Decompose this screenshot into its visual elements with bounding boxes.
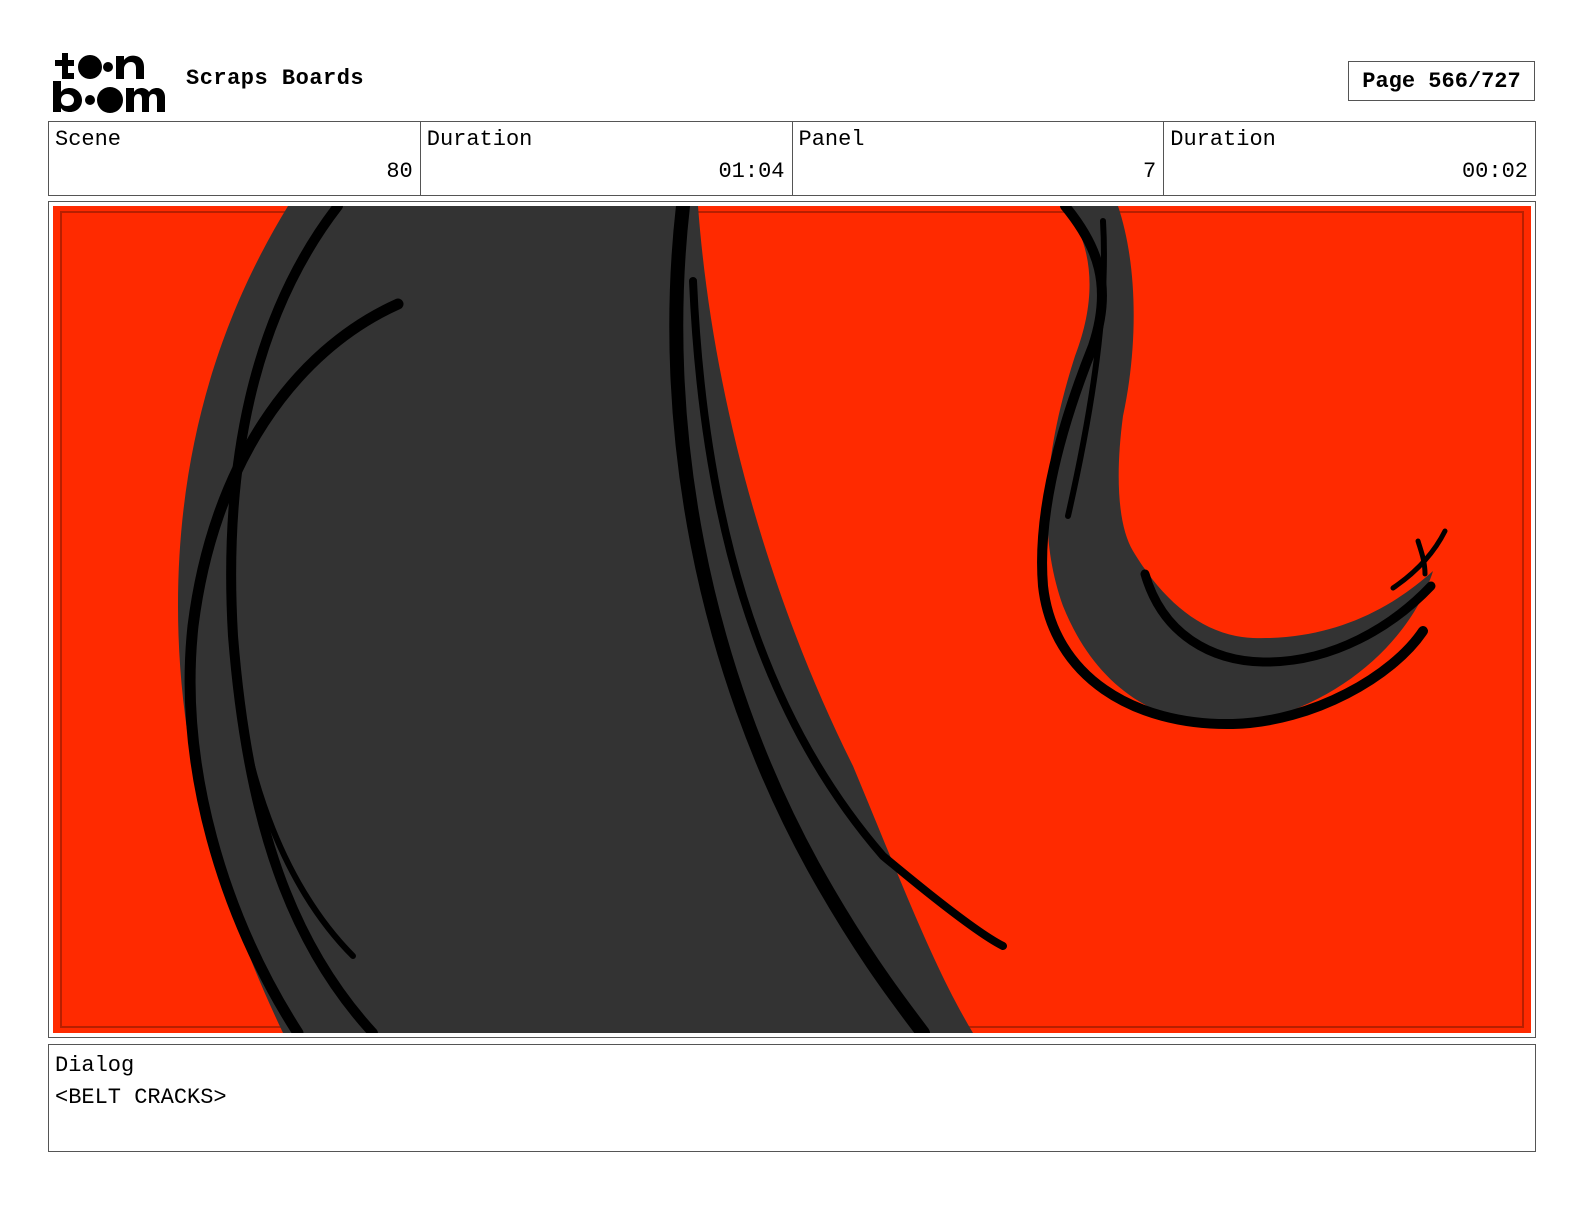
page-indicator: Page 566/727 bbox=[1348, 61, 1535, 101]
scene-info-bar: Scene 80 Duration 01:04 Panel 7 Duration… bbox=[48, 121, 1536, 196]
scene-duration-label: Duration bbox=[426, 127, 533, 152]
panel-label: Panel bbox=[798, 127, 865, 152]
storyboard-panel bbox=[48, 201, 1536, 1038]
scene-cell: Scene 80 bbox=[49, 122, 421, 195]
scene-duration-cell: Duration 01:04 bbox=[421, 122, 793, 195]
panel-duration-value: 00:02 bbox=[1461, 159, 1528, 184]
scene-value: 80 bbox=[386, 159, 413, 184]
dialog-text: <BELT CRACKS> bbox=[55, 1085, 227, 1110]
panel-duration-label: Duration bbox=[1170, 127, 1276, 152]
dialog-label: Dialog bbox=[55, 1053, 135, 1078]
panel-value: 7 bbox=[1143, 159, 1157, 184]
scene-duration-value: 01:04 bbox=[718, 159, 785, 184]
dialog-box: Dialog <BELT CRACKS> bbox=[48, 1044, 1536, 1152]
toon-boom-logo-icon bbox=[50, 50, 170, 114]
storyboard-panel-drawing bbox=[53, 206, 1531, 1033]
panel-cell: Panel 7 bbox=[793, 122, 1165, 195]
panel-duration-cell: Duration 00:02 bbox=[1164, 122, 1535, 195]
document-title: Scraps Boards bbox=[186, 66, 365, 91]
scene-label: Scene bbox=[55, 127, 122, 152]
